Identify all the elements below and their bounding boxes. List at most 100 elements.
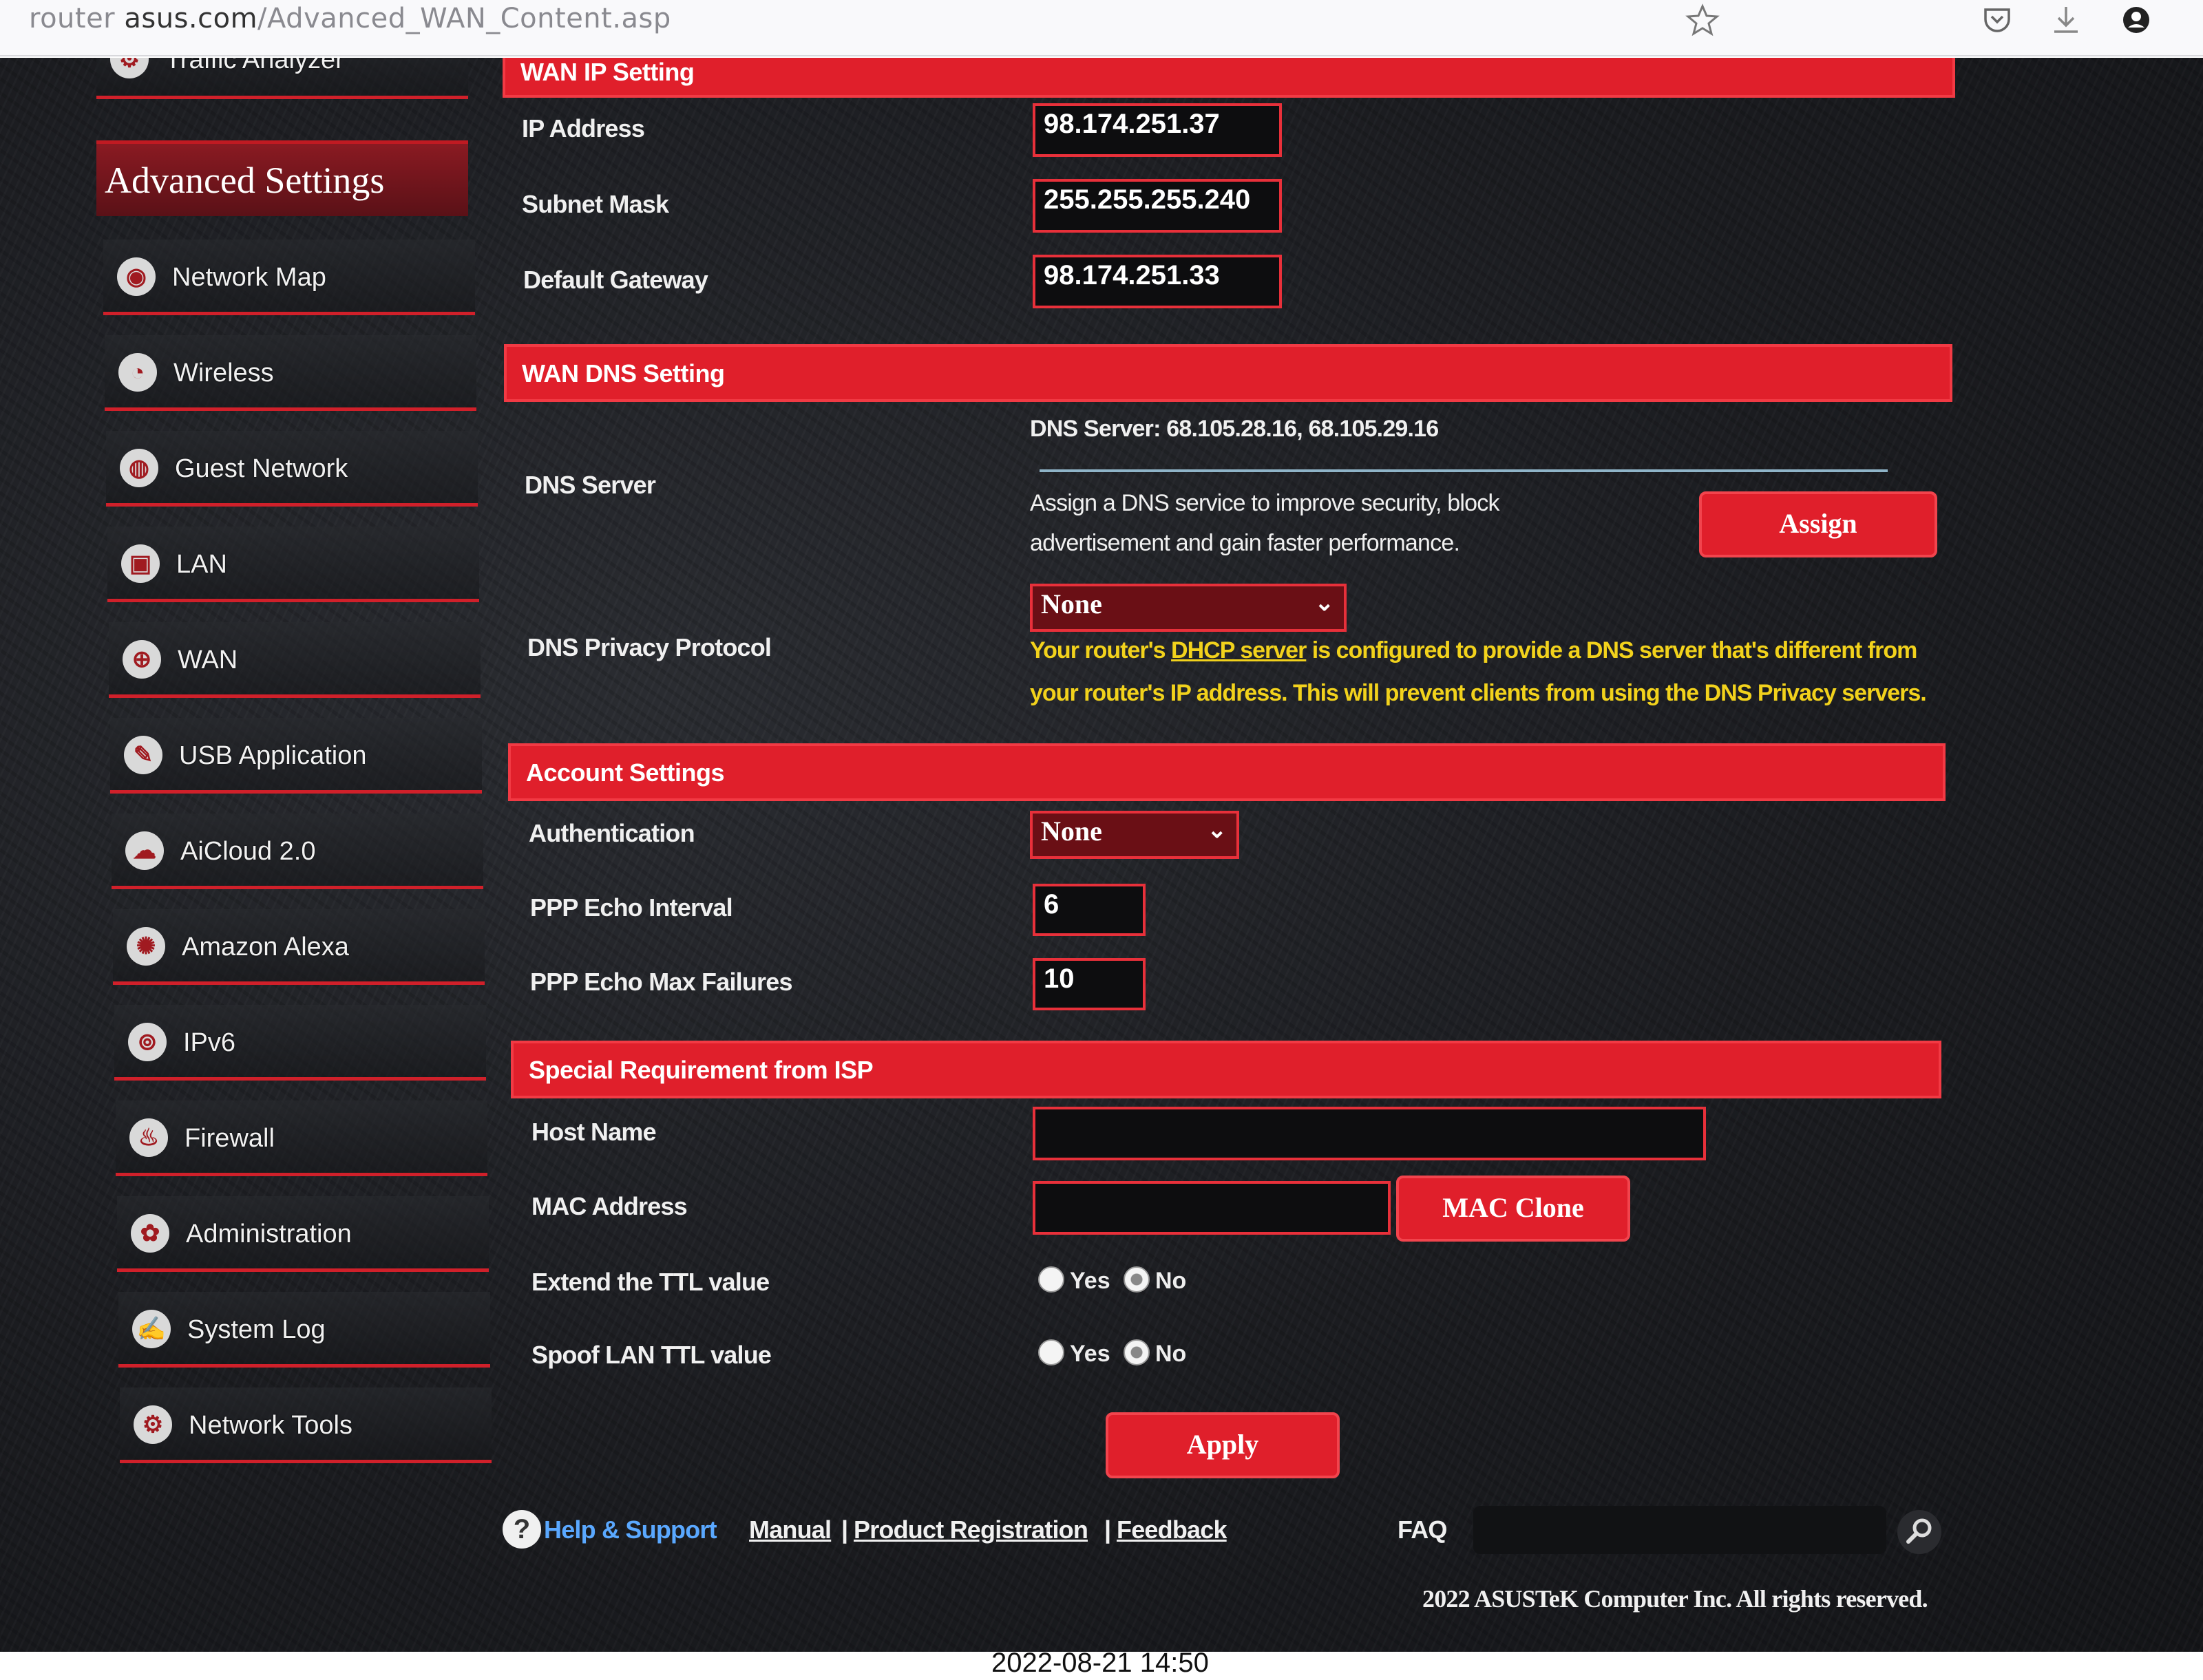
help-support-link[interactable]: Help & Support	[544, 1516, 717, 1544]
divider	[1040, 469, 1888, 472]
assign-description-line1: Assign a DNS service to improve security…	[1030, 490, 1499, 516]
ppp-echo-max-failures-field[interactable]: 10	[1033, 958, 1146, 1010]
url-host: router	[29, 3, 116, 34]
sidebar-item-network-tools[interactable]: ⚙ Network Tools	[120, 1387, 492, 1463]
host-name-label: Host Name	[531, 1118, 657, 1146]
product-registration-link[interactable]: Product Registration	[854, 1516, 1088, 1544]
separator: |	[841, 1516, 848, 1544]
spoof-ttl-no-radio[interactable]	[1124, 1339, 1150, 1365]
dns-privacy-select[interactable]: None ⌄	[1030, 584, 1347, 632]
warning-text: is configured to provide a DNS server th…	[1306, 637, 1918, 663]
sidebar-item-administration[interactable]: ✿ Administration	[117, 1196, 489, 1272]
mac-address-label: MAC Address	[531, 1192, 688, 1220]
radio-label-yes: Yes	[1070, 1341, 1110, 1367]
cloud-icon: ☁	[125, 831, 164, 870]
faq-label: FAQ	[1398, 1516, 1447, 1544]
firewall-icon: ♨	[129, 1118, 168, 1157]
section-wan-dns: WAN DNS Setting	[504, 344, 1952, 402]
section-isp-requirement: Special Requirement from ISP	[511, 1041, 1941, 1098]
ppp-echo-interval-field[interactable]: 6	[1033, 884, 1146, 936]
sidebar-item-wireless[interactable]: ◔ Wireless	[105, 335, 476, 411]
router-admin-page: ⚙ Traffic Analyzer Advanced Settings ◉ Ne…	[0, 58, 2203, 1652]
guest-network-icon: ◍	[120, 449, 158, 487]
pocket-icon[interactable]	[1980, 3, 2014, 37]
dns-privacy-warning-line2: your router's IP address. This will prev…	[1030, 680, 1927, 706]
dhcp-server-link[interactable]: DHCP server	[1171, 637, 1307, 663]
sidebar-item-usb-application[interactable]: ✎ USB Application	[110, 718, 482, 794]
browser-toolbar: router asus.com/Advanced_WAN_Content.asp	[0, 0, 2203, 56]
help-question-icon[interactable]: ?	[503, 1510, 541, 1549]
subnet-mask-label: Subnet Mask	[522, 190, 669, 218]
sidebar-item-label: Network Tools	[189, 1411, 352, 1440]
subnet-mask-field[interactable]: 255.255.255.240	[1033, 179, 1282, 233]
traffic-analyzer-icon: ⚙	[110, 58, 149, 78]
sidebar-item-lan[interactable]: ▣ LAN	[107, 527, 479, 602]
default-gateway-label: Default Gateway	[523, 266, 708, 294]
feedback-link[interactable]: Feedback	[1117, 1516, 1227, 1544]
sidebar-item-traffic-analyzer[interactable]: ⚙ Traffic Analyzer	[96, 58, 468, 99]
authentication-label: Authentication	[529, 819, 695, 847]
sidebar-item-network-map[interactable]: ◉ Network Map	[103, 240, 475, 315]
sidebar-item-system-log[interactable]: ✍ System Log	[118, 1292, 490, 1368]
assign-button[interactable]: Assign	[1699, 491, 1937, 557]
url-path: /Advanced_WAN_Content.asp	[257, 3, 671, 34]
section-title: Account Settings	[526, 758, 725, 787]
sidebar-item-label: Network Map	[172, 263, 326, 292]
mac-clone-button[interactable]: MAC Clone	[1396, 1176, 1630, 1242]
extend-ttl-no-radio[interactable]	[1124, 1266, 1150, 1293]
sidebar-item-label: LAN	[176, 550, 227, 579]
photo-timestamp: 2022-08-21 14:50	[991, 1648, 1209, 1678]
sidebar-item-label: AiCloud 2.0	[180, 837, 316, 866]
copyright-text: 2022 ASUSTeK Computer Inc. All rights re…	[1422, 1585, 1928, 1613]
section-account-settings: Account Settings	[508, 743, 1946, 801]
ppp-echo-max-failures-label: PPP Echo Max Failures	[530, 968, 793, 996]
sidebar-item-amazon-alexa[interactable]: ✺ Amazon Alexa	[113, 909, 485, 985]
sidebar-item-aicloud-2-0[interactable]: ☁ AiCloud 2.0	[112, 814, 483, 889]
spoof-ttl-yes-radio[interactable]	[1038, 1339, 1064, 1365]
radio-label-no: No	[1155, 1341, 1187, 1367]
apply-button[interactable]: Apply	[1106, 1412, 1340, 1478]
mac-address-input[interactable]	[1033, 1181, 1391, 1235]
sidebar-item-wan[interactable]: ⊕ WAN	[109, 622, 481, 698]
network-tools-icon: ⚙	[134, 1405, 172, 1444]
sidebar-item-label: IPv6	[183, 1028, 236, 1057]
manual-link[interactable]: Manual	[749, 1516, 832, 1544]
sidebar-item-guest-network[interactable]: ◍ Guest Network	[106, 431, 478, 507]
bookmark-star-icon[interactable]	[1685, 3, 1720, 37]
warning-text: Your router's	[1030, 637, 1172, 663]
usb-icon: ✎	[124, 736, 162, 774]
section-title: Special Requirement from ISP	[529, 1056, 874, 1084]
sidebar-item-firewall[interactable]: ♨ Firewall	[116, 1100, 487, 1176]
sidebar-item-label: Firewall	[185, 1124, 275, 1153]
chevron-down-icon: ⌄	[1314, 591, 1335, 616]
profile-icon[interactable]	[2119, 3, 2153, 37]
section-title: WAN DNS Setting	[522, 359, 725, 387]
sidebar-item-label: System Log	[187, 1315, 326, 1344]
ip-address-field[interactable]: 98.174.251.37	[1033, 103, 1282, 157]
authentication-select[interactable]: None ⌄	[1030, 811, 1239, 859]
system-log-icon: ✍	[132, 1310, 171, 1348]
url-domain: asus.com	[124, 3, 258, 34]
default-gateway-field[interactable]: 98.174.251.33	[1033, 255, 1282, 308]
radio-label-no: No	[1155, 1268, 1187, 1294]
lan-icon: ▣	[121, 544, 160, 583]
sidebar-item-label: USB Application	[179, 741, 367, 770]
host-name-input[interactable]	[1033, 1107, 1706, 1160]
sidebar-item-ipv6[interactable]: ⊚ IPv6	[114, 1005, 486, 1081]
extend-ttl-yes-radio[interactable]	[1038, 1266, 1064, 1293]
sidebar-item-label: Amazon Alexa	[182, 933, 349, 961]
admin-gear-icon: ✿	[131, 1214, 169, 1253]
ipv6-icon: ⊚	[128, 1023, 167, 1061]
download-icon[interactable]	[2049, 3, 2083, 37]
dns-privacy-label: DNS Privacy Protocol	[527, 633, 772, 661]
address-bar[interactable]: router asus.com/Advanced_WAN_Content.asp	[29, 3, 671, 34]
separator: |	[1104, 1516, 1111, 1544]
sidebar-section-header: Advanced Settings	[96, 140, 468, 216]
wan-globe-icon: ⊕	[123, 640, 161, 679]
faq-search-input[interactable]	[1473, 1506, 1886, 1554]
sidebar-header-label: Advanced Settings	[105, 160, 385, 201]
select-value: None	[1041, 816, 1102, 847]
radio-label-yes: Yes	[1070, 1268, 1110, 1294]
alexa-icon: ✺	[127, 927, 165, 966]
search-icon[interactable]	[1895, 1507, 1944, 1557]
